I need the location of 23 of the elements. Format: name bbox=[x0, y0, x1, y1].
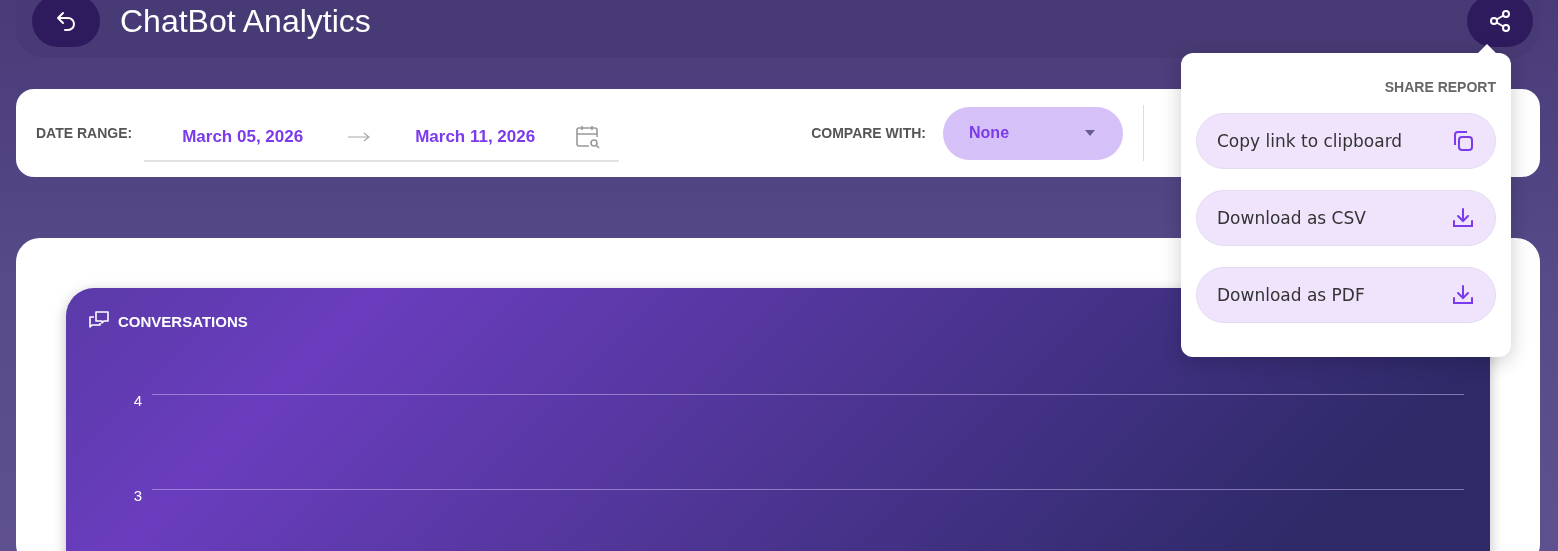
page-title: ChatBot Analytics bbox=[120, 2, 371, 40]
back-arrow-icon bbox=[54, 9, 78, 33]
arrow-icon bbox=[347, 131, 372, 143]
caret-icon bbox=[1085, 130, 1096, 136]
menu-item[interactable]: Copy link to clipboard bbox=[1196, 113, 1496, 169]
card-title: CONVERSATIONS bbox=[118, 312, 248, 330]
date-range-label: DATE RANGE: bbox=[36, 125, 133, 141]
calendar-icon bbox=[575, 124, 602, 150]
y-axis-label: 3 bbox=[132, 487, 142, 504]
share-icon bbox=[1488, 9, 1512, 33]
start-date: March 05, 2026 bbox=[182, 127, 304, 147]
menu-title: SHARE REPORT bbox=[1384, 79, 1496, 95]
download-icon bbox=[1451, 283, 1475, 307]
back-button[interactable] bbox=[32, 0, 100, 47]
y-axis-label: 4 bbox=[132, 392, 142, 409]
menu-item[interactable]: Download as CSV bbox=[1196, 190, 1496, 246]
menu-item[interactable]: Download as PDF bbox=[1196, 267, 1496, 323]
compare-with-label: COMPARE WITH: bbox=[811, 125, 927, 141]
date-range-field[interactable]: March 05, 2026 March 11, 2026 bbox=[144, 114, 620, 162]
copy-icon bbox=[1451, 129, 1475, 153]
share-button[interactable] bbox=[1467, 0, 1533, 47]
download-icon bbox=[1451, 206, 1475, 230]
end-date: March 11, 2026 bbox=[415, 127, 536, 147]
